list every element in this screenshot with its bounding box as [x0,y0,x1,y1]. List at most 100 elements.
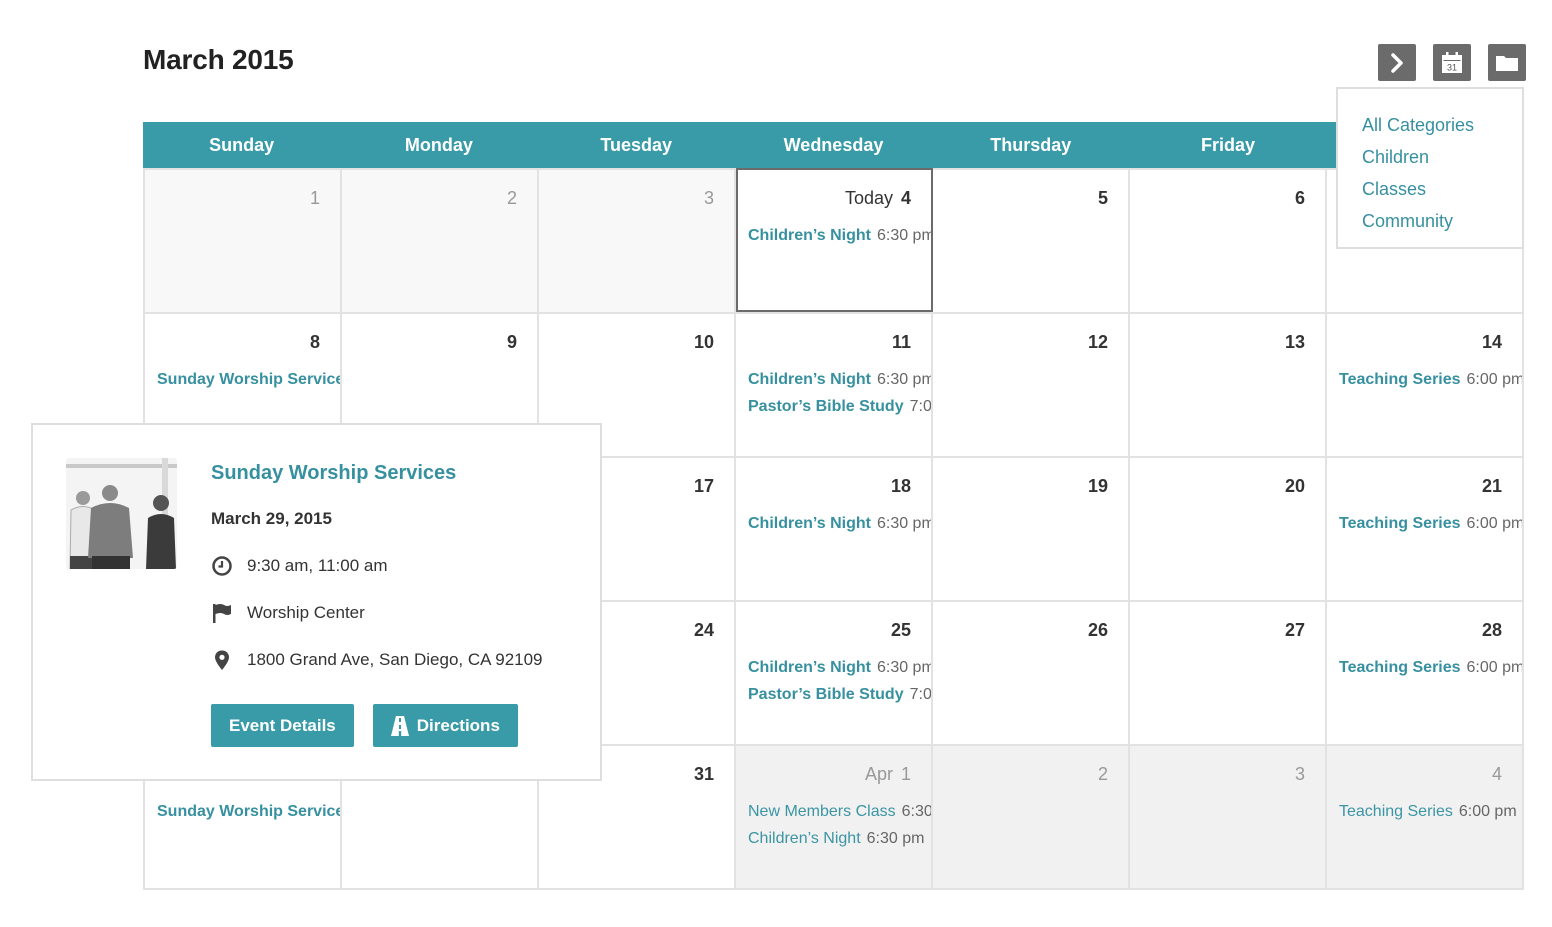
day-cell[interactable]: 26 [933,600,1130,744]
day-number-value: 27 [1284,620,1305,640]
day-number-value: 28 [1481,620,1502,640]
day-cell[interactable]: 4 Teaching Series 6:00 pm [1327,744,1524,888]
day-number-value: 8 [309,332,320,352]
calendar-event[interactable]: Children’s Night 6:30 pm [748,222,931,249]
day-number-value: 21 [1481,476,1502,496]
event-popup: Sunday Worship Services March 29, 2015 9… [31,423,602,781]
calendar-event[interactable]: Teaching Series 6:00 pm [1339,510,1522,537]
category-item-all-categories[interactable]: All Categories [1362,109,1522,141]
event-title[interactable]: Children’s Night [748,227,871,244]
day-cell[interactable]: 2 [342,168,539,312]
event-title[interactable]: Children’s Night [748,371,871,388]
event-title[interactable]: Children’s Night [748,515,871,532]
event-title[interactable]: Pastor’s Bible Study [748,686,904,703]
weekday-monday: Monday [404,134,473,155]
day-cell[interactable]: 1 [145,168,342,312]
event-title[interactable]: Sunday Worship Services [157,371,340,388]
day-cell[interactable]: 19 [933,456,1130,600]
category-item-children[interactable]: Children [1362,141,1522,173]
event-location: Worship Center [247,603,365,622]
svg-text:31: 31 [1447,62,1457,72]
calendar-event[interactable]: Teaching Series 6:00 pm [1339,798,1522,825]
day-cell[interactable]: 21 Teaching Series 6:00 pm [1327,456,1524,600]
event-title-link[interactable]: Sunday Worship Services [211,459,580,487]
day-number: 2 [507,188,517,209]
day-number: 21 [1482,476,1502,497]
day-number-value: 20 [1284,476,1305,496]
event-time: 7:00 [909,686,932,703]
day-cell[interactable]: 11 Children’s Night 6:30 pm Pastor’s Bible … [736,312,933,456]
day-cell[interactable]: 3 [1130,744,1327,888]
day-number-value: 4 [900,188,911,208]
category-item-community[interactable]: Community [1362,205,1522,237]
event-list: Sunday Worship Services [157,798,340,825]
day-cell[interactable]: 5 [933,168,1130,312]
day-cell[interactable]: 12 [933,312,1130,456]
calendar-event[interactable]: Children’s Night 6:30 pm [748,825,931,852]
day-number: 6 [1295,188,1305,209]
next-month-button[interactable] [1378,44,1416,81]
event-photo [66,458,177,569]
event-list: Teaching Series 6:00 pm [1339,366,1522,393]
event-title[interactable]: Pastor’s Bible Study [748,398,904,415]
event-title[interactable]: New Members Class [748,803,896,820]
day-cell[interactable]: 13 [1130,312,1327,456]
day-cell[interactable]: 3 [539,168,736,312]
day-cell[interactable]: 2 [933,744,1130,888]
day-cell[interactable]: 28 Teaching Series 6:00 pm [1327,600,1524,744]
category-item-classes[interactable]: Classes [1362,173,1522,205]
calendar-event[interactable]: Sunday Worship Services [157,366,340,393]
day-number: 25 [891,620,911,641]
day-number: 28 [1482,620,1502,641]
calendar-icon: 31 [1442,51,1462,73]
day-number: Today 4 [845,188,911,209]
calendar-event[interactable]: Children’s Night 6:30 pm [748,654,931,681]
directions-button[interactable]: Directions [372,704,518,747]
day-number-value: 9 [506,332,517,352]
day-cell-today[interactable]: Today 4 Children’s Night 6:30 pm [736,168,933,312]
event-title[interactable]: Teaching Series [1339,803,1453,820]
event-time: 6:30 [901,803,933,820]
event-title[interactable]: Teaching Series [1339,659,1461,676]
event-list: Sunday Worship Services [157,366,340,393]
calendar-event[interactable]: Children’s Night 6:30 pm [748,366,931,393]
day-cell[interactable]: 18 Children’s Night 6:30 pm [736,456,933,600]
day-number: 3 [1295,764,1305,785]
event-title[interactable]: Teaching Series [1339,371,1461,388]
event-list: Teaching Series 6:00 pm [1339,654,1522,681]
event-list: Children’s Night 6:30 pm [748,510,931,537]
event-time: 6:00 pm [1466,515,1524,532]
event-title[interactable]: Children’s Night [748,830,861,847]
day-cell[interactable]: Apr 1 New Members Class 6:30 Children’s Nigh… [736,744,933,888]
calendar-event[interactable]: New Members Class 6:30 [748,798,931,825]
category-filter-button[interactable] [1488,44,1526,81]
day-cell[interactable]: 14 Teaching Series 6:00 pm [1327,312,1524,456]
day-cell[interactable]: 20 [1130,456,1327,600]
day-number: 20 [1285,476,1305,497]
event-title[interactable]: Children’s Night [748,659,871,676]
calendar-event[interactable]: Children’s Night 6:30 pm [748,510,931,537]
event-details-button[interactable]: Event Details [211,704,354,747]
calendar-event[interactable]: Sunday Worship Services [157,798,340,825]
event-popup-actions: Event Details Directions [211,704,580,747]
day-number-value: 31 [693,764,714,784]
event-times-row: 9:30 am, 11:00 am [211,554,580,578]
calendar-event[interactable]: Pastor’s Bible Study 7:00 [748,681,931,708]
calendar-event[interactable]: Pastor’s Bible Study 7:00 [748,393,931,420]
event-title[interactable]: Sunday Worship Services [157,803,340,820]
day-number: 17 [694,476,714,497]
day-number: Apr 1 [865,764,911,785]
day-number-value: 24 [693,620,714,640]
event-list: Teaching Series 6:00 pm [1339,798,1522,825]
event-title[interactable]: Teaching Series [1339,515,1461,532]
day-cell[interactable]: 6 [1130,168,1327,312]
day-number: 3 [704,188,714,209]
chevron-right-icon [1391,52,1403,73]
map-pin-icon [211,649,233,671]
day-cell[interactable]: 27 [1130,600,1327,744]
calendar-event[interactable]: Teaching Series 6:00 pm [1339,654,1522,681]
day-number: 9 [507,332,517,353]
calendar-event[interactable]: Teaching Series 6:00 pm [1339,366,1522,393]
day-cell[interactable]: 25 Children’s Night 6:30 pm Pastor’s Bible … [736,600,933,744]
calendar-view-button[interactable]: 31 [1433,44,1471,81]
